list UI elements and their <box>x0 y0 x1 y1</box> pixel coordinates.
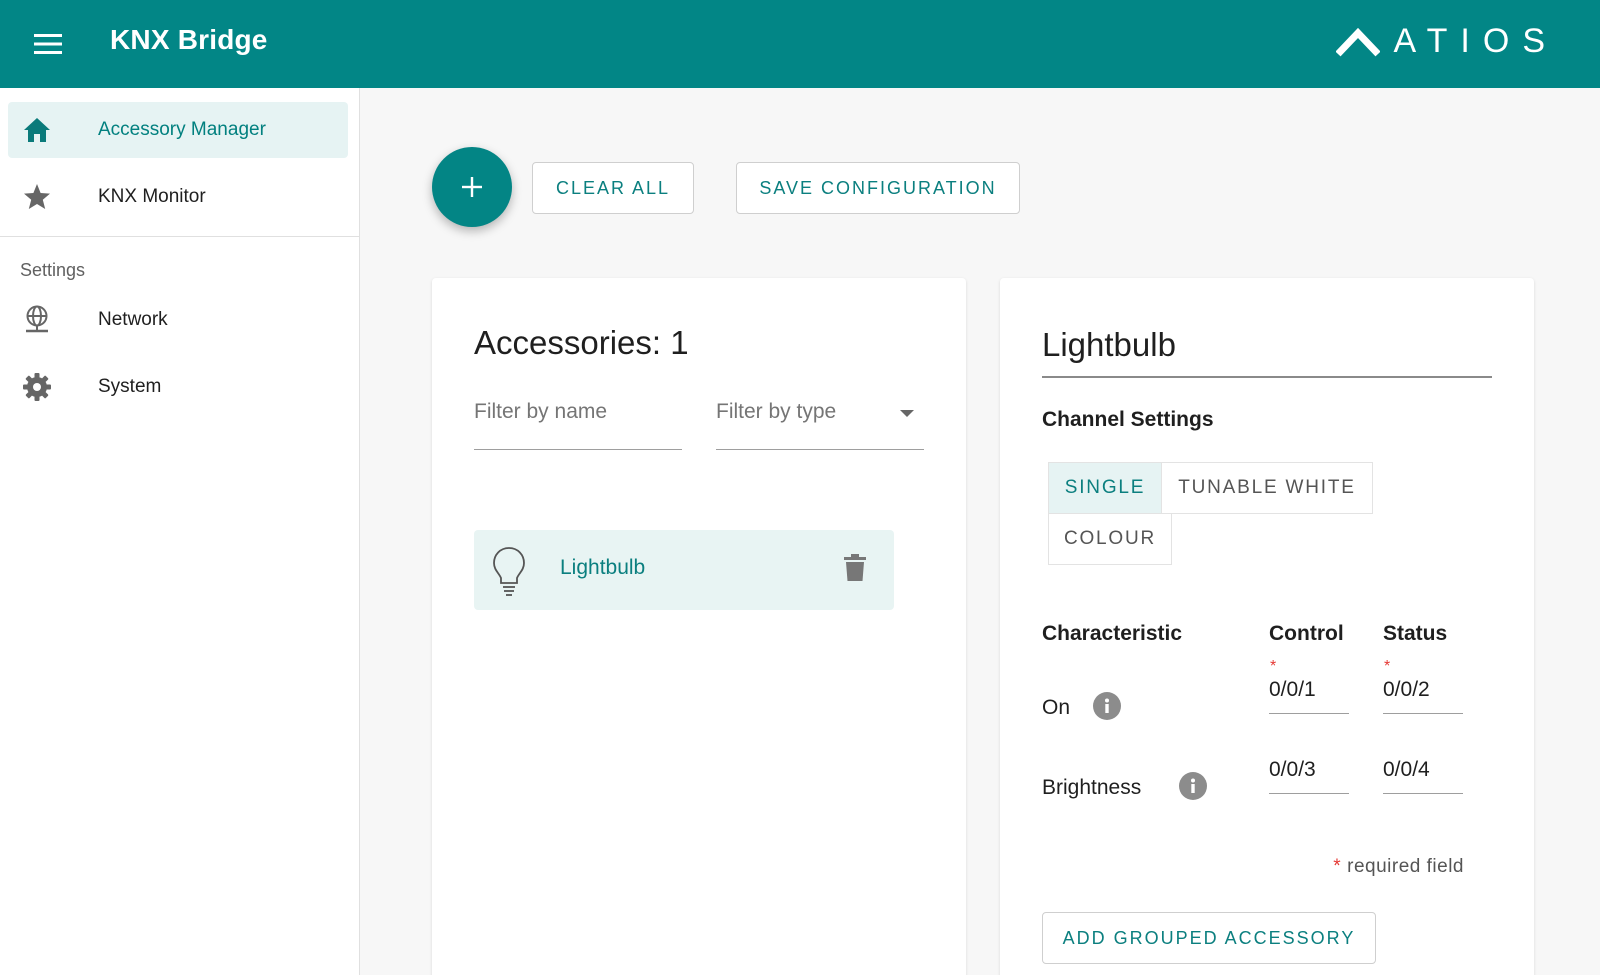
accessory-detail-title[interactable]: Lightbulb <box>1042 326 1176 364</box>
home-icon <box>8 117 66 143</box>
filter-by-type-select[interactable]: Filter by type <box>716 394 924 450</box>
channel-option-single[interactable]: SINGLE <box>1048 462 1162 514</box>
column-header-control: Control <box>1269 622 1344 645</box>
title-underline <box>1042 376 1492 378</box>
on-control-address-field[interactable] <box>1269 662 1349 714</box>
save-configuration-button[interactable]: SAVE CONFIGURATION <box>736 162 1020 214</box>
required-field-note: * required field <box>1333 856 1464 878</box>
sidebar-item-label: Network <box>98 309 168 330</box>
column-header-status: Status <box>1383 622 1448 645</box>
add-grouped-accessory-button[interactable]: ADD GROUPED ACCESSORY <box>1042 912 1376 964</box>
accessories-title: Accessories: 1 <box>474 324 689 361</box>
brand-text: ATIOS <box>1393 22 1558 60</box>
delete-icon[interactable] <box>844 554 866 587</box>
gear-icon <box>8 372 66 402</box>
brightness-control-address-field[interactable] <box>1269 742 1349 794</box>
accessories-card: Accessories: 1 Filter by type Lightbulb <box>432 278 966 975</box>
required-marker: * <box>1333 856 1342 877</box>
menu-icon[interactable] <box>28 26 68 62</box>
add-accessory-button[interactable] <box>432 147 512 227</box>
brightness-control-address-input[interactable] <box>1269 742 1349 782</box>
info-icon[interactable] <box>1093 692 1121 720</box>
sidebar-divider <box>0 236 360 237</box>
accessory-detail-card: Lightbulb Channel Settings SINGLE TUNABL… <box>1000 278 1534 975</box>
lightbulb-icon <box>492 546 526 601</box>
characteristic-label-on: On <box>1042 696 1071 719</box>
network-icon <box>8 305 66 335</box>
sidebar-item-network[interactable]: Network <box>8 292 348 348</box>
chevron-down-icon <box>900 410 914 417</box>
sidebar-item-label: KNX Monitor <box>98 186 206 207</box>
app-header: KNX Bridge ATIOS <box>0 0 1600 88</box>
plus-icon <box>462 177 482 197</box>
sidebar-section-label: Settings <box>20 260 86 280</box>
brand-logo: ATIOS <box>1335 22 1559 61</box>
column-header-characteristic: Characteristic <box>1042 622 1183 645</box>
sidebar-item-accessory-manager[interactable]: Accessory Manager <box>8 102 348 158</box>
channel-option-colour[interactable]: COLOUR <box>1048 513 1172 565</box>
channel-option-tunable-white[interactable]: TUNABLE WHITE <box>1161 462 1373 514</box>
required-note-text: required field <box>1347 856 1464 877</box>
brightness-status-address-input[interactable] <box>1383 742 1463 782</box>
star-icon <box>8 183 66 211</box>
filter-by-type-placeholder: Filter by type <box>716 400 837 423</box>
on-control-address-input[interactable] <box>1269 662 1349 702</box>
sidebar-item-label: Accessory Manager <box>98 119 266 140</box>
characteristic-label-brightness: Brightness <box>1042 776 1142 799</box>
list-item[interactable]: Lightbulb <box>474 530 894 610</box>
filter-by-name-field[interactable] <box>474 394 682 450</box>
filter-by-name-input[interactable] <box>474 394 682 424</box>
sidebar: Accessory Manager KNX Monitor Settings N… <box>0 88 360 975</box>
sidebar-item-knx-monitor[interactable]: KNX Monitor <box>8 169 348 225</box>
clear-all-button[interactable]: CLEAR ALL <box>532 162 694 214</box>
app-title: KNX Bridge <box>110 24 268 55</box>
sidebar-item-label: System <box>98 376 162 397</box>
brightness-status-address-field[interactable] <box>1383 742 1463 794</box>
brand-chevron-icon <box>1335 27 1380 56</box>
on-status-address-field[interactable] <box>1383 662 1463 714</box>
on-status-address-input[interactable] <box>1383 662 1463 702</box>
info-icon[interactable] <box>1179 772 1207 800</box>
channel-settings-label: Channel Settings <box>1042 408 1214 431</box>
accessory-name: Lightbulb <box>560 556 646 579</box>
sidebar-item-system[interactable]: System <box>8 359 348 415</box>
